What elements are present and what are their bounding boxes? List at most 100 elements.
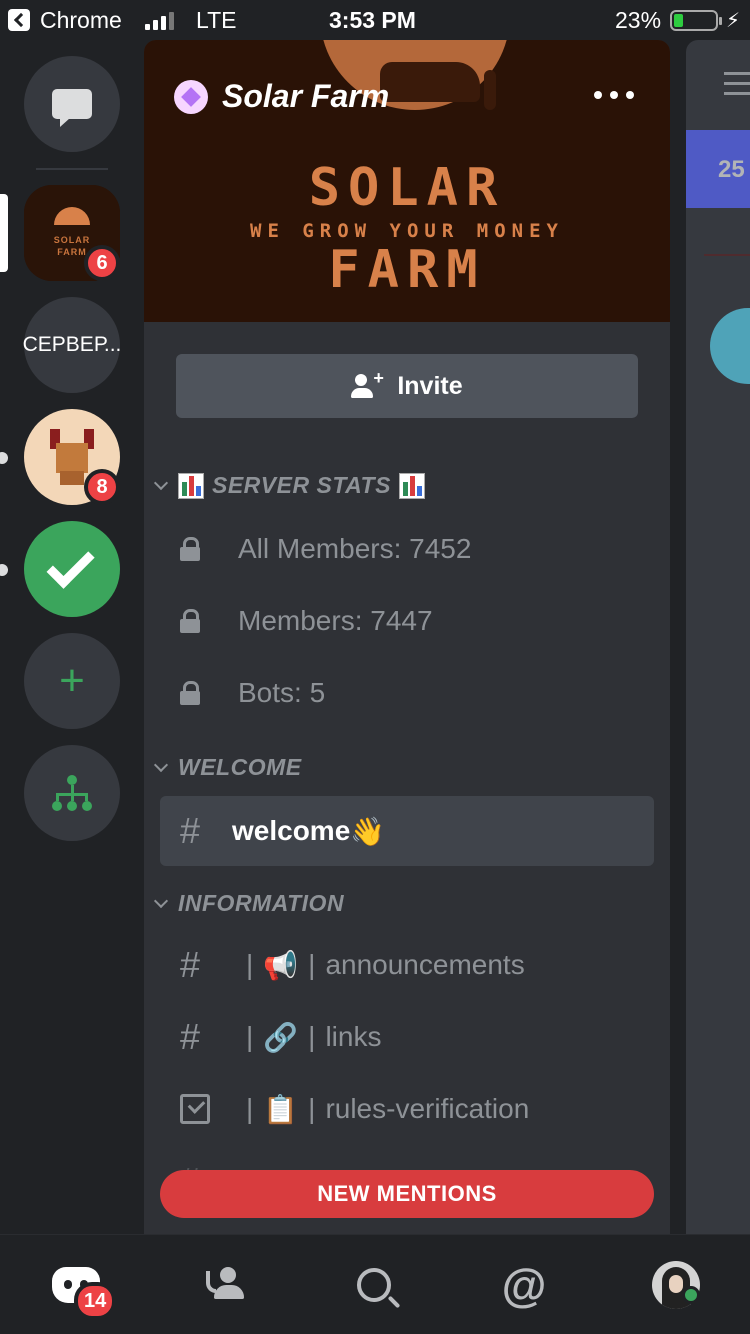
banner-text-solar: SOLAR <box>308 158 506 218</box>
server-header[interactable]: Solar Farm <box>174 78 389 115</box>
server-boost-icon <box>174 79 208 114</box>
mention-badge-avatar: 8 <box>84 469 120 505</box>
category-server-stats[interactable]: SERVER STATS <box>152 472 425 499</box>
battery-percent: 23% <box>615 7 662 33</box>
channel-label: Members: 7447 <box>238 605 433 636</box>
chat-panel-peek[interactable]: 25 <box>686 40 750 1234</box>
channel-all-members[interactable]: All Members: 7452 <box>160 514 654 584</box>
channel-label: welcome <box>232 815 351 846</box>
server-name: Solar Farm <box>222 78 390 114</box>
banner-horse <box>380 62 480 102</box>
hamburger-icon[interactable] <box>724 72 750 102</box>
lock-icon <box>180 609 200 633</box>
clock: 3:53 PM <box>329 7 416 33</box>
banner-text-farm: FARM <box>328 240 486 300</box>
charging-icon: ⚡ <box>726 10 741 32</box>
separator: | <box>308 1093 316 1124</box>
server-ru-label: СЕРВЕР... <box>22 333 122 356</box>
lock-icon <box>180 537 200 561</box>
channel-members[interactable]: Members: 7447 <box>160 586 654 656</box>
unread-indicator <box>0 564 8 576</box>
channel-announcements[interactable]: # | 📢 | announcements <box>160 930 654 1000</box>
mention-badge-solar: 6 <box>84 245 120 281</box>
invite-label: Invite <box>397 371 463 400</box>
online-status-icon <box>682 1286 700 1304</box>
explore-servers-button[interactable] <box>24 745 120 841</box>
channel-links[interactable]: # | 🔗 | links <box>160 1002 654 1072</box>
chevron-down-icon <box>153 757 169 772</box>
search-icon <box>357 1268 391 1302</box>
bar-chart-icon <box>398 472 425 499</box>
chat-bubble-icon <box>52 89 92 127</box>
logo-text-solar: SOLAR <box>53 235 91 245</box>
server-checkmark[interactable] <box>24 521 120 617</box>
megaphone-emoji: 📢 <box>263 948 299 982</box>
channel-label: announcements <box>325 949 525 980</box>
search-tab[interactable] <box>346 1257 402 1313</box>
direct-messages-button[interactable] <box>24 56 120 152</box>
server-rail: SOLAR FARM 6 СЕРВЕР... 8 + <box>0 40 144 1234</box>
separator: | <box>308 1021 316 1052</box>
channel-bots[interactable]: Bots: 5 <box>160 658 654 728</box>
channel-rules-verification[interactable]: | 📋 | rules-verification <box>160 1074 654 1144</box>
separator: | <box>308 949 316 980</box>
signal-icon <box>145 10 174 30</box>
back-app-label[interactable]: Chrome <box>40 7 122 34</box>
checkmark-icon <box>46 540 95 589</box>
home-mention-badge: 14 <box>74 1282 117 1320</box>
bottom-nav: @ <box>0 1234 750 1334</box>
add-person-icon: + <box>351 368 384 400</box>
selected-server-indicator <box>0 194 8 272</box>
profile-tab[interactable] <box>648 1257 704 1313</box>
separator: | <box>246 949 254 980</box>
unread-indicator <box>0 452 8 464</box>
plus-icon: + <box>59 656 85 705</box>
category-welcome[interactable]: WELCOME <box>152 754 302 781</box>
server-ru[interactable]: СЕРВЕР... <box>22 297 122 393</box>
link-emoji: 🔗 <box>263 1020 299 1054</box>
chevron-down-icon <box>153 475 169 490</box>
category-information[interactable]: INFORMATION <box>152 890 344 917</box>
status-bar: Chrome LTE 3:53 PM 23% ⚡ <box>0 0 750 40</box>
separator: | <box>246 1093 254 1124</box>
user-avatar[interactable] <box>710 308 750 384</box>
bar-chart-icon <box>178 472 204 499</box>
rules-channel-icon <box>180 1094 210 1124</box>
lock-icon <box>180 681 200 705</box>
category-label: INFORMATION <box>178 890 345 916</box>
back-arrow-icon[interactable] <box>8 9 30 31</box>
new-mentions-button[interactable]: NEW MENTIONS <box>160 1170 654 1218</box>
channel-label: rules-verification <box>325 1093 530 1124</box>
rail-divider <box>36 168 108 170</box>
category-label: SERVER STATS <box>212 472 391 498</box>
sun-shape <box>54 207 90 225</box>
peek-banner: 25 <box>686 130 750 208</box>
mentions-tab[interactable]: @ <box>496 1257 552 1313</box>
category-label: WELCOME <box>178 754 302 780</box>
waving-hand-emoji: 👋 <box>350 814 386 848</box>
hash-icon: # <box>180 944 201 985</box>
channel-label: Bots: 5 <box>238 677 326 708</box>
banner-cactus <box>484 70 496 110</box>
add-server-button[interactable]: + <box>24 633 120 729</box>
clipboard-emoji: 📋 <box>263 1092 299 1126</box>
channel-panel: SOLAR WE GROW YOUR MONEY FARM Solar Farm… <box>144 40 670 1234</box>
hash-icon: # <box>180 810 201 851</box>
banner-tagline: WE GROW YOUR MONEY <box>250 220 564 242</box>
hierarchy-icon <box>52 775 92 811</box>
friends-tab[interactable] <box>198 1257 254 1313</box>
hash-icon: # <box>180 1016 201 1057</box>
server-banner: SOLAR WE GROW YOUR MONEY FARM Solar Farm <box>144 40 670 322</box>
separator: | <box>246 1021 254 1052</box>
at-sign-icon: @ <box>501 1259 547 1311</box>
chevron-down-icon <box>153 893 169 908</box>
channel-label: All Members: 7452 <box>238 533 472 564</box>
invite-button[interactable]: + Invite <box>176 354 638 418</box>
battery-icon <box>670 10 722 31</box>
channel-welcome[interactable]: # welcome 👋 <box>160 796 654 866</box>
friends-icon <box>206 1267 246 1303</box>
more-options-icon[interactable] <box>594 80 634 110</box>
channel-label: links <box>325 1021 382 1052</box>
new-message-divider <box>704 254 750 256</box>
network-type: LTE <box>196 7 237 33</box>
